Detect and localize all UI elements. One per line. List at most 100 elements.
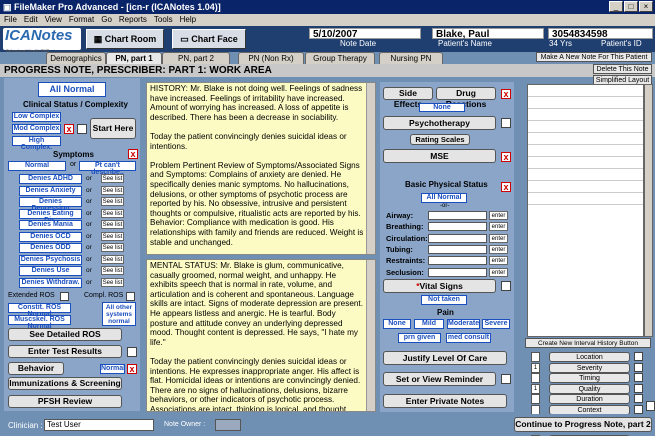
see-list-button[interactable]: See list — [101, 231, 124, 241]
mse-button[interactable]: MSE — [383, 149, 496, 163]
menu-tools[interactable]: Tools — [154, 14, 173, 26]
see-list-button[interactable]: See list — [101, 277, 124, 287]
close-icon[interactable]: × — [639, 1, 653, 12]
start-here-button[interactable]: Start Here — [90, 118, 136, 139]
symptom-button[interactable]: Denies Withdraw. — [19, 277, 82, 288]
list-item[interactable] — [528, 97, 643, 109]
see-list-button[interactable]: See list — [101, 266, 124, 275]
tab-pn-part1[interactable]: PN, part 1 — [106, 52, 162, 64]
compl-ros-checkbox[interactable] — [126, 292, 135, 301]
tab-nursing-pn[interactable]: Nursing PN — [379, 52, 443, 64]
see-list-button[interactable]: See list — [101, 185, 124, 195]
list-item[interactable] — [528, 85, 643, 97]
vital-signs-checkbox[interactable] — [501, 281, 511, 291]
enter-button[interactable]: enter — [489, 233, 508, 243]
rating-scales-button[interactable]: Rating Scales — [410, 134, 470, 145]
delete-note-button[interactable]: Delete This Note — [593, 64, 652, 74]
count-box[interactable] — [531, 373, 540, 383]
history-element-checkbox[interactable] — [634, 404, 643, 414]
menu-help[interactable]: Help — [180, 14, 196, 26]
all-normal-button[interactable]: All Normal — [38, 82, 106, 97]
patient-name-field[interactable]: Blake, Paul — [432, 28, 544, 40]
tab-demographics[interactable]: Demographics — [46, 52, 106, 64]
constit-ros-normal-button[interactable]: Constit. ROS Normal — [8, 303, 71, 318]
enter-button[interactable]: enter — [489, 267, 508, 277]
menu-edit[interactable]: Edit — [24, 14, 38, 26]
prn-given-button[interactable]: prn given — [398, 333, 441, 343]
pain-moderate-button[interactable]: Moderate — [447, 319, 480, 329]
history-element-button[interactable]: Context — [549, 404, 630, 415]
history-element-checkbox[interactable] — [634, 383, 643, 393]
list-item[interactable] — [528, 157, 643, 169]
physical-field-input[interactable] — [428, 267, 487, 277]
low-complex-button[interactable]: Low Complex — [12, 112, 61, 122]
symptoms-normal-button[interactable]: Normal — [8, 161, 66, 171]
drug-reactions-button[interactable]: Drug Reactions — [436, 87, 496, 109]
symptom-button[interactable]: Denies Mania — [19, 220, 82, 230]
minimize-icon[interactable]: _ — [609, 1, 623, 12]
mental-status-textarea[interactable]: MENTAL STATUS: Mr. Blake is glum, commun… — [146, 259, 376, 412]
list-item[interactable] — [528, 169, 643, 181]
mental-scrollbar[interactable] — [366, 260, 375, 411]
none-button[interactable]: None — [419, 103, 465, 112]
immunizations-button[interactable]: Immunizations & Screening — [8, 377, 122, 390]
history-element-button[interactable]: Quality — [549, 383, 630, 394]
menu-reports[interactable]: Reports — [119, 14, 147, 26]
behavior-button[interactable]: Behavior — [8, 362, 64, 375]
pain-none-button[interactable]: None — [383, 319, 411, 329]
menu-format[interactable]: Format — [69, 14, 94, 26]
symptom-button[interactable]: Denies Eating Dis. — [19, 208, 82, 224]
pt-cant-describe-button[interactable]: Pt can't describe.. — [79, 161, 136, 176]
private-notes-button[interactable]: Enter Private Notes — [383, 394, 507, 408]
list-item[interactable] — [528, 145, 643, 157]
pfsh-review-button[interactable]: PFSH Review — [8, 395, 122, 408]
physical-field-input[interactable] — [428, 211, 487, 220]
clear-behavior-icon[interactable]: x — [127, 364, 137, 374]
list-item[interactable] — [528, 133, 643, 145]
symptom-button[interactable]: Denies Depression — [19, 197, 82, 212]
chart-face-button[interactable]: ▭ Chart Face — [172, 29, 246, 49]
vital-signs-button[interactable]: *Vital Signs — [383, 279, 496, 293]
physical-field-input[interactable] — [428, 244, 487, 254]
clear-reactions-icon[interactable]: x — [501, 89, 511, 99]
list-scrollbar[interactable] — [644, 84, 653, 337]
justify-level-button[interactable]: Justify Level Of Care — [383, 351, 507, 365]
high-complex-button[interactable]: High Complex. — [12, 136, 61, 151]
tab-group-therapy[interactable]: Group Therapy — [305, 52, 375, 64]
symptom-button[interactable]: Denies Use — [19, 266, 82, 276]
count-box[interactable] — [531, 404, 540, 415]
see-list-button[interactable]: See list — [101, 254, 124, 264]
side-effects-button[interactable]: Side Effects — [383, 87, 433, 109]
menu-go[interactable]: Go — [101, 14, 112, 26]
physical-field-input[interactable] — [428, 256, 487, 266]
psychotherapy-button[interactable]: Psychotherapy — [383, 116, 496, 130]
set-reminder-button[interactable]: Set or View Reminder — [383, 372, 496, 386]
symptom-button[interactable]: Denies Psychosis — [19, 254, 82, 265]
not-taken-button[interactable]: Not taken — [421, 295, 467, 305]
pain-mild-button[interactable]: Mild — [414, 319, 444, 329]
count-box[interactable] — [531, 394, 540, 404]
test-results-checkbox[interactable] — [127, 347, 137, 357]
complex-checkbox[interactable] — [77, 124, 87, 134]
clear-symptoms-icon[interactable]: x — [128, 149, 138, 159]
continue-part2-button[interactable]: Continue to Progress Note, part 2 — [514, 417, 652, 432]
enter-button[interactable]: enter — [489, 256, 508, 266]
history-element-checkbox[interactable] — [634, 362, 643, 372]
patient-id-field[interactable]: 3054834598 — [548, 28, 653, 40]
chart-room-button[interactable]: ▦ Chart Room — [86, 29, 164, 49]
symptom-button[interactable]: Denies OCD — [19, 231, 82, 242]
physical-field-input[interactable] — [428, 233, 487, 243]
musc-ros-normal-button[interactable]: Muscskel. ROS Normal — [8, 315, 71, 330]
history-element-button[interactable]: Duration — [549, 394, 630, 404]
enter-button[interactable]: enter — [489, 222, 508, 232]
reminder-checkbox[interactable] — [501, 374, 511, 384]
note-date-field[interactable]: 5/10/2007 — [309, 28, 421, 40]
pain-severe-button[interactable]: Severe — [482, 319, 510, 329]
list-item[interactable] — [528, 121, 643, 133]
symptom-button[interactable]: Denies ADHD — [19, 174, 82, 184]
enter-button[interactable]: enter — [489, 211, 508, 220]
see-list-button[interactable]: See list — [101, 243, 124, 252]
clinician-field[interactable]: Test User — [44, 419, 154, 431]
note-owner-field[interactable] — [215, 419, 241, 431]
tab-pn-non-rx[interactable]: PN (Non Rx) — [238, 52, 304, 64]
